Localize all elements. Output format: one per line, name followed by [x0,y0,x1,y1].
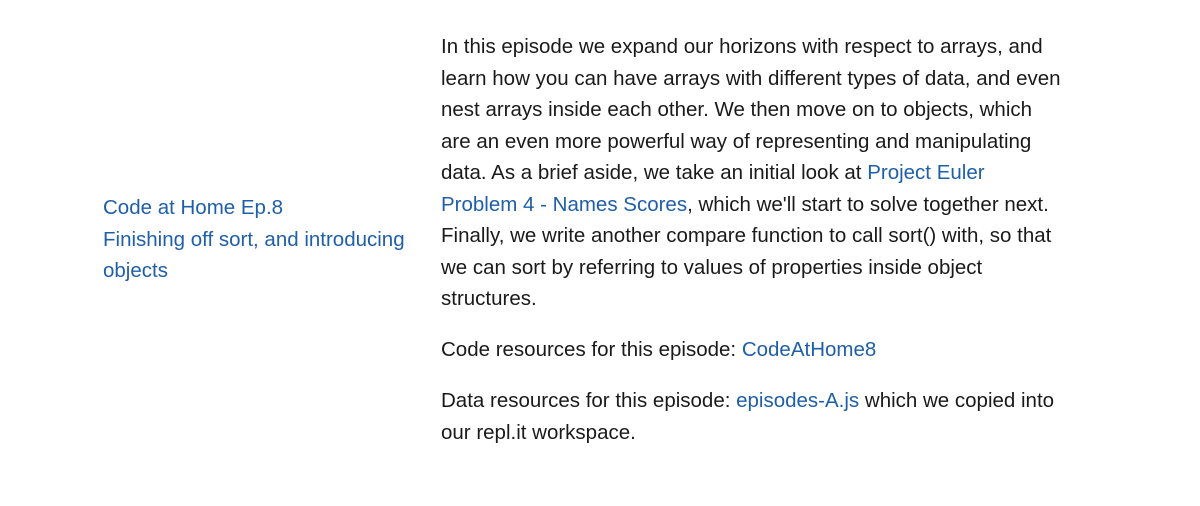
episode-description: In this episode we expand our horizons w… [441,31,1066,468]
code-resources-label: Code resources for this episode: [441,338,742,361]
description-paragraph: In this episode we expand our horizons w… [441,31,1066,315]
data-resources-label: Data resources for this episode: [441,389,737,412]
data-resources-link[interactable]: episodes-A.js [736,389,859,412]
code-resources-link[interactable]: CodeAtHome8 [742,338,876,361]
episode-block: Code at Home Ep.8 Finishing off sort, an… [0,0,1200,506]
episode-heading: Code at Home Ep.8 Finishing off sort, an… [103,192,423,287]
code-resources-paragraph: Code resources for this episode: CodeAtH… [441,334,1066,366]
episode-title-link[interactable]: Code at Home Ep.8 [103,192,423,224]
data-resources-paragraph: Data resources for this episode: episode… [441,385,1066,448]
episode-subtitle-link[interactable]: Finishing off sort, and introducing obje… [103,224,423,287]
